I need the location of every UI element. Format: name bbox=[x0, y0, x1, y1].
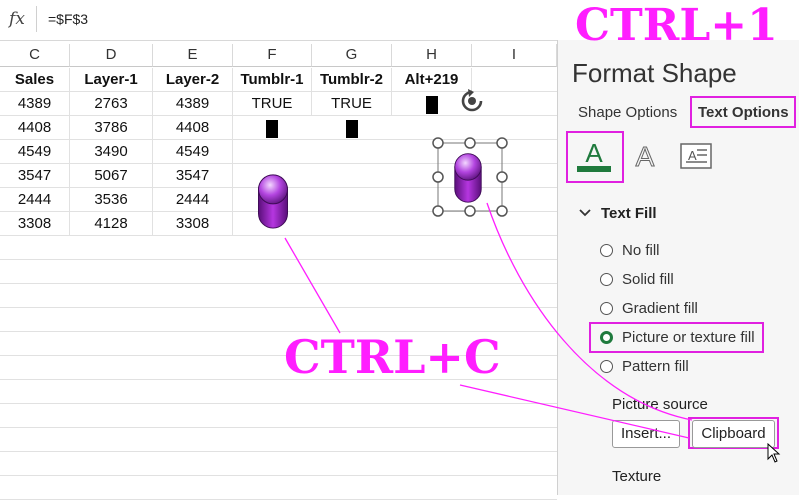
annotation-ctrl-c: CTRL+C bbox=[284, 330, 501, 384]
annotation-ctrl-1: CTRL+1 bbox=[575, 0, 778, 51]
annotation-lines bbox=[284, 202, 693, 439]
